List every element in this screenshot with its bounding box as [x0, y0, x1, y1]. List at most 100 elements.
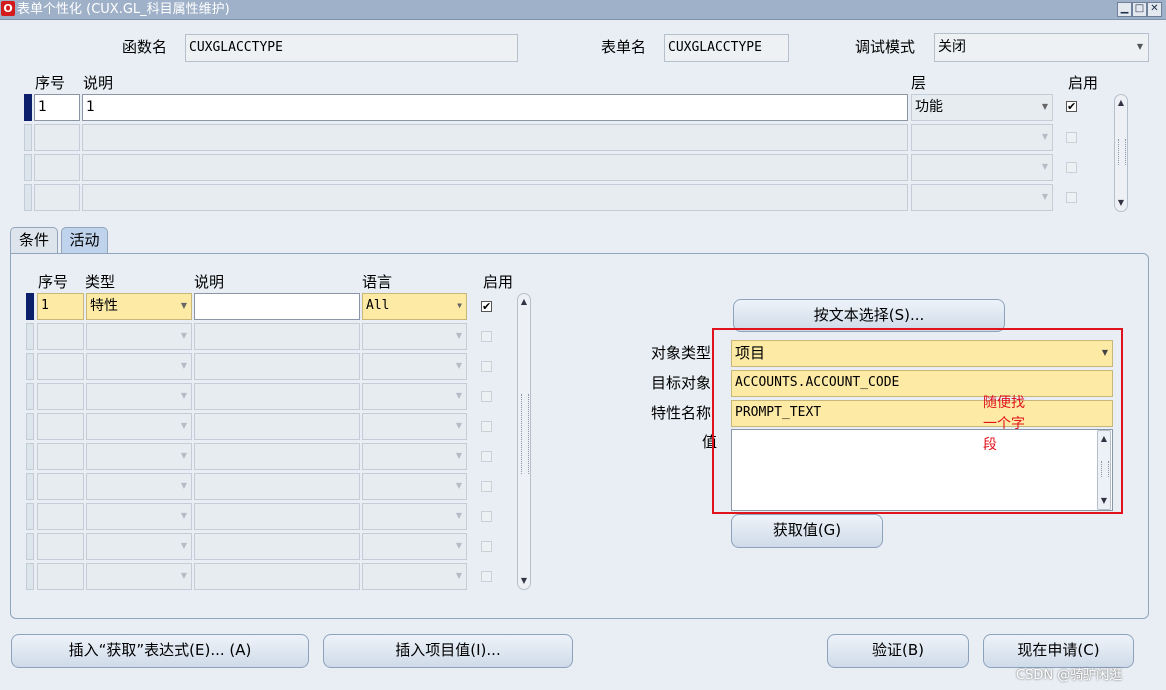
- actions-enabled-checkbox[interactable]: [481, 481, 492, 492]
- actions-desc-cell[interactable]: [194, 323, 360, 350]
- row-indicator[interactable]: [26, 413, 34, 440]
- actions-lang-select[interactable]: ▼: [362, 563, 467, 590]
- rules-seq-cell[interactable]: [34, 124, 80, 151]
- actions-scrollbar[interactable]: ▲ ▼: [517, 293, 531, 590]
- chevron-down-icon[interactable]: ▼: [1042, 125, 1048, 149]
- actions-enabled-checkbox[interactable]: [481, 331, 492, 342]
- actions-type-select[interactable]: ▼: [86, 563, 192, 590]
- actions-lang-select[interactable]: ▼: [362, 443, 467, 470]
- scroll-down-icon[interactable]: ▼: [1115, 197, 1127, 209]
- validate-button[interactable]: 验证(B): [827, 634, 969, 668]
- actions-seq-cell[interactable]: [37, 323, 84, 350]
- actions-type-select[interactable]: ▼: [86, 533, 192, 560]
- tab-conditions[interactable]: 条件: [10, 227, 58, 253]
- actions-desc-cell[interactable]: [194, 293, 360, 320]
- actions-desc-cell[interactable]: [194, 443, 360, 470]
- chevron-down-icon[interactable]: ▼: [1042, 185, 1048, 209]
- actions-lang-select[interactable]: ▼: [362, 533, 467, 560]
- function-name-field[interactable]: CUXGLACCTYPE: [185, 34, 518, 62]
- actions-desc-cell[interactable]: [194, 473, 360, 500]
- actions-lang-select[interactable]: ▼: [362, 503, 467, 530]
- chevron-down-icon[interactable]: ▼: [456, 474, 462, 498]
- chevron-down-icon[interactable]: ▼: [456, 324, 462, 348]
- actions-lang-select[interactable]: ▼: [362, 383, 467, 410]
- insert-get-expression-button[interactable]: 插入“获取”表达式(E)... (A): [11, 634, 309, 668]
- row-indicator[interactable]: [26, 473, 34, 500]
- rules-level-select[interactable]: 功能 ▼: [911, 94, 1053, 121]
- row-indicator[interactable]: [26, 323, 34, 350]
- chevron-down-icon[interactable]: ▼: [181, 324, 187, 348]
- chevron-down-icon[interactable]: ▼: [181, 444, 187, 468]
- rules-enabled-checkbox[interactable]: ✔: [1066, 101, 1077, 112]
- chevron-down-icon[interactable]: ▼: [181, 384, 187, 408]
- actions-desc-cell[interactable]: [194, 563, 360, 590]
- chevron-down-icon[interactable]: ▼: [181, 474, 187, 498]
- rules-desc-cell[interactable]: [82, 154, 908, 181]
- minimize-icon[interactable]: ▁: [1117, 2, 1132, 17]
- get-value-button[interactable]: 获取值(G): [731, 514, 883, 548]
- scroll-up-icon[interactable]: ▲: [1115, 97, 1127, 109]
- actions-type-select[interactable]: ▼: [86, 383, 192, 410]
- actions-seq-cell[interactable]: [37, 563, 84, 590]
- actions-desc-cell[interactable]: [194, 353, 360, 380]
- actions-enabled-checkbox[interactable]: [481, 451, 492, 462]
- chevron-down-icon[interactable]: ▼: [181, 564, 187, 588]
- actions-seq-cell[interactable]: [37, 383, 84, 410]
- actions-seq-cell[interactable]: [37, 353, 84, 380]
- actions-type-select[interactable]: ▼: [86, 323, 192, 350]
- actions-lang-select[interactable]: ▼: [362, 473, 467, 500]
- rules-enabled-checkbox[interactable]: [1066, 162, 1077, 173]
- actions-seq-cell[interactable]: [37, 473, 84, 500]
- actions-type-select[interactable]: ▼: [86, 473, 192, 500]
- row-indicator[interactable]: [26, 563, 34, 590]
- chevron-down-icon[interactable]: ▼: [1042, 95, 1048, 119]
- actions-desc-cell[interactable]: [194, 413, 360, 440]
- rules-desc-cell[interactable]: 1: [82, 94, 908, 121]
- chevron-down-icon[interactable]: ▼: [456, 354, 462, 378]
- row-indicator[interactable]: [24, 184, 32, 211]
- rules-seq-cell[interactable]: [34, 184, 80, 211]
- row-indicator[interactable]: [26, 353, 34, 380]
- chevron-down-icon[interactable]: ▼: [181, 354, 187, 378]
- scroll-up-icon[interactable]: ▲: [518, 296, 530, 308]
- maximize-icon[interactable]: □: [1132, 2, 1147, 17]
- actions-seq-cell[interactable]: [37, 503, 84, 530]
- insert-item-value-button[interactable]: 插入项目值(I)...: [323, 634, 573, 668]
- chevron-down-icon[interactable]: ▼: [181, 504, 187, 528]
- apply-now-button[interactable]: 现在申请(C): [983, 634, 1134, 668]
- actions-enabled-checkbox[interactable]: [481, 511, 492, 522]
- rules-desc-cell[interactable]: [82, 184, 908, 211]
- actions-enabled-checkbox[interactable]: [481, 541, 492, 552]
- row-indicator[interactable]: [26, 443, 34, 470]
- actions-enabled-checkbox[interactable]: [481, 361, 492, 372]
- actions-enabled-checkbox[interactable]: [481, 391, 492, 402]
- rules-seq-cell[interactable]: 1: [34, 94, 80, 121]
- actions-type-select[interactable]: ▼: [86, 443, 192, 470]
- row-indicator[interactable]: [24, 124, 32, 151]
- actions-type-select[interactable]: ▼: [86, 353, 192, 380]
- actions-seq-cell[interactable]: [37, 413, 84, 440]
- chevron-down-icon[interactable]: ▼: [456, 534, 462, 558]
- actions-lang-select[interactable]: ▼: [362, 353, 467, 380]
- actions-lang-select[interactable]: ▼: [362, 413, 467, 440]
- rules-level-select[interactable]: ▼: [911, 184, 1053, 211]
- actions-seq-cell[interactable]: [37, 533, 84, 560]
- rules-scrollbar[interactable]: ▲ ▼: [1114, 94, 1128, 212]
- debug-mode-select[interactable]: 关闭 ▼: [934, 33, 1149, 62]
- row-indicator[interactable]: [26, 533, 34, 560]
- actions-desc-cell[interactable]: [194, 533, 360, 560]
- chevron-down-icon[interactable]: ▼: [181, 414, 187, 438]
- close-icon[interactable]: ✕: [1147, 2, 1162, 17]
- chevron-down-icon[interactable]: ▼: [456, 414, 462, 438]
- actions-enabled-checkbox[interactable]: [481, 571, 492, 582]
- actions-lang-select[interactable]: ▼: [362, 323, 467, 350]
- chevron-down-icon[interactable]: ▼: [457, 294, 462, 318]
- row-indicator[interactable]: [26, 383, 34, 410]
- chevron-down-icon[interactable]: ▼: [181, 534, 187, 558]
- chevron-down-icon[interactable]: ▼: [456, 384, 462, 408]
- form-name-field[interactable]: CUXGLACCTYPE: [664, 34, 789, 62]
- actions-seq-cell[interactable]: 1: [37, 293, 84, 320]
- actions-type-select[interactable]: ▼: [86, 413, 192, 440]
- actions-type-select[interactable]: ▼: [86, 503, 192, 530]
- row-indicator[interactable]: [26, 293, 34, 320]
